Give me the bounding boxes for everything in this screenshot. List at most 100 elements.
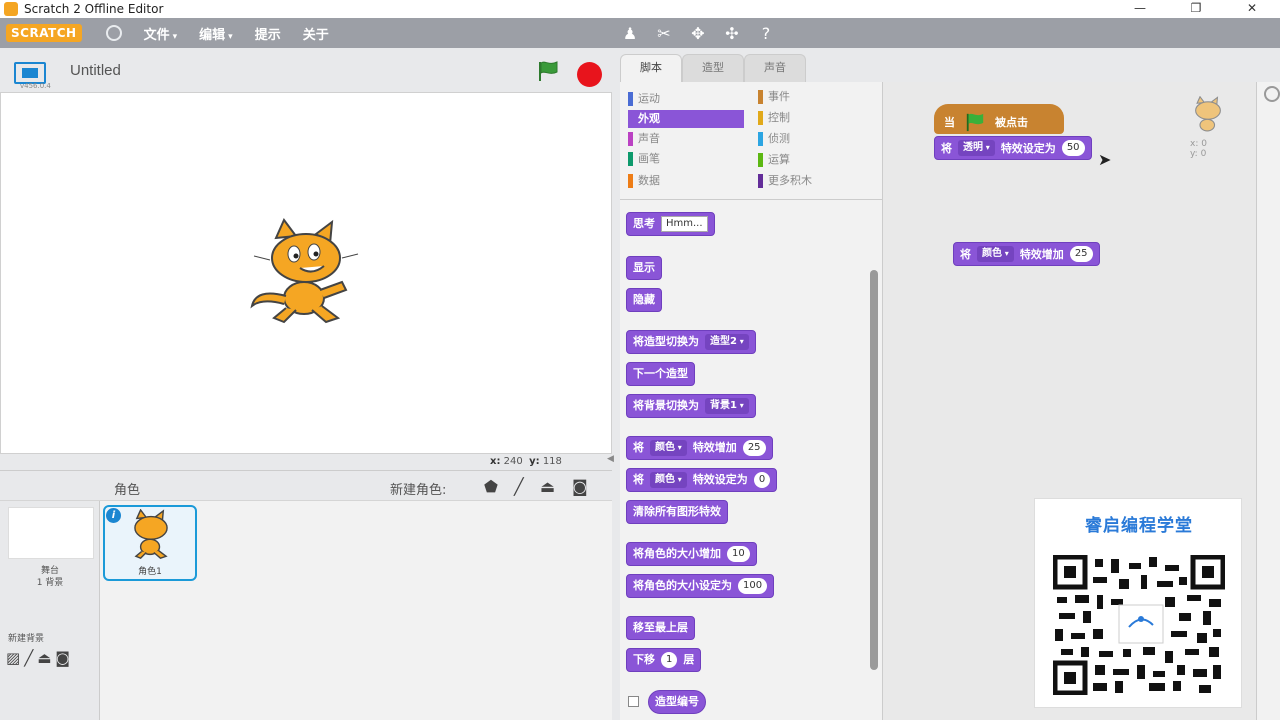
stage-thumbnail-area: 舞台 1 背景 新建背景 ▨ ╱ ⏏ ◙ — [0, 501, 100, 720]
block-switch-costume[interactable]: 将造型切换为 造型2 — [626, 330, 756, 354]
block-go-back[interactable]: 下移 1 层 — [626, 648, 702, 672]
app-icon — [4, 2, 18, 16]
paint-sprite-icon[interactable]: ╱ — [514, 477, 524, 496]
block-clear-effects[interactable]: 清除所有图形特效 — [626, 500, 728, 524]
block-hide[interactable]: 隐藏 — [626, 288, 662, 312]
tab-sounds[interactable]: 声音 — [744, 54, 806, 82]
category-pen[interactable]: 画笔 — [628, 150, 660, 168]
duplicate-stamp-icon[interactable]: ♟ — [620, 24, 640, 43]
block-switch-backdrop[interactable]: 将背景切换为 背景1 — [626, 394, 756, 418]
label-pre: 下移 — [633, 653, 655, 666]
upload-sprite-icon[interactable]: ⏏ — [540, 477, 555, 496]
cat-sprite-icon[interactable] — [246, 218, 366, 328]
script-set-effect[interactable]: 将透明特效设定为 50 — [934, 136, 1092, 160]
brand-title: 睿启编程学堂 — [1085, 516, 1193, 536]
block-set-size[interactable]: 将角色的大小设定为 100 — [626, 574, 775, 598]
category-more-blocks[interactable]: 更多积木 — [758, 172, 812, 190]
backdrop-count: 1 背景 — [36, 578, 64, 588]
delete-scissors-icon[interactable]: ✂ — [654, 24, 674, 43]
sprite-tile[interactable]: i 角色1 — [103, 505, 197, 581]
value-input[interactable]: 25 — [1069, 246, 1093, 262]
value-input[interactable]: 50 — [1061, 140, 1085, 156]
minimize-button[interactable]: — — [1112, 0, 1168, 18]
green-flag-icon[interactable] — [536, 60, 560, 82]
stage-canvas[interactable] — [0, 92, 612, 454]
category-events[interactable]: 事件 — [758, 88, 790, 106]
camera-icon[interactable]: ◙ — [572, 477, 588, 496]
upload-backdrop-icon[interactable]: ⏏ — [37, 649, 51, 667]
sprite-name: 角色1 — [138, 567, 162, 577]
script-when-flag-clicked[interactable]: 当 被点击 — [934, 104, 1064, 134]
label-post: 特效增加 — [1019, 248, 1064, 261]
backdrop-camera-icon[interactable]: ◙ — [55, 649, 70, 667]
help-icon[interactable]: ? — [756, 24, 776, 43]
restore-button[interactable]: ❐ — [1168, 0, 1224, 18]
block-think[interactable]: 思考 Hmm... — [626, 212, 715, 236]
category-data[interactable]: 数据 — [628, 172, 660, 190]
choose-sprite-library-icon[interactable]: ⬟ — [484, 477, 498, 496]
cat-faded-icon — [1195, 95, 1221, 132]
palette-scrollbar[interactable] — [870, 270, 878, 670]
category-looks[interactable]: 外观 — [628, 110, 744, 128]
stop-button[interactable] — [577, 62, 602, 87]
block-switch-backdrop-label: 将背景切换为 — [633, 399, 699, 412]
block-costume-number[interactable]: 造型编号 — [648, 690, 706, 714]
grow-icon[interactable]: ✥ — [688, 24, 708, 43]
value-input[interactable]: 0 — [753, 472, 771, 488]
block-next-costume[interactable]: 下一个造型 — [626, 362, 695, 386]
shrink-icon[interactable]: ✣ — [722, 24, 742, 43]
category-control[interactable]: 控制 — [758, 109, 790, 127]
tab-scripts[interactable]: 脚本 — [620, 54, 682, 82]
costume-number-checkbox[interactable] — [628, 696, 639, 707]
paint-backdrop-icon[interactable]: ╱ — [24, 649, 33, 667]
block-think-input[interactable]: Hmm... — [661, 216, 708, 232]
category-operators[interactable]: 运算 — [758, 151, 790, 169]
costume-dropdown[interactable]: 造型2 — [705, 334, 749, 350]
effect-dropdown[interactable]: 颜色 — [977, 246, 1014, 262]
category-sound[interactable]: 声音 — [628, 130, 660, 148]
menu-about[interactable]: 关于 — [303, 24, 329, 43]
block-go-front[interactable]: 移至最上层 — [626, 616, 695, 640]
language-globe-icon[interactable] — [105, 25, 122, 41]
y-value: 118 — [542, 456, 562, 467]
menu-file[interactable]: 文件 ▾ — [144, 24, 178, 43]
block-switch-costume-label: 将造型切换为 — [633, 335, 699, 348]
value-input[interactable]: 10 — [727, 546, 750, 562]
menu-tips[interactable]: 提示 — [255, 24, 281, 43]
value-input[interactable]: 1 — [661, 652, 678, 668]
window-controls: — ❐ ✕ — [1112, 0, 1280, 18]
backdrop-dropdown[interactable]: 背景1 — [705, 398, 749, 414]
presentation-mode-button[interactable] — [14, 62, 46, 84]
effect-dropdown[interactable]: 颜色 — [650, 440, 687, 456]
editor-tabs: 脚本 造型 声音 — [612, 48, 882, 82]
block-show[interactable]: 显示 — [626, 256, 662, 280]
sprite-tools: ♟ ✂ ✥ ✣ ? — [620, 18, 776, 48]
value-input[interactable]: 100 — [738, 578, 768, 594]
block-set-effect[interactable]: 将颜色特效设定为 0 — [626, 468, 778, 492]
scratch-logo[interactable]: SCRATCH — [6, 24, 82, 42]
close-button[interactable]: ✕ — [1224, 0, 1280, 18]
project-title[interactable]: Untitled — [70, 62, 121, 79]
collapse-stage-icon[interactable]: ◀ — [607, 454, 614, 464]
block-change-effect[interactable]: 将颜色特效增加 25 — [626, 436, 773, 460]
category-sensing[interactable]: 侦测 — [758, 130, 790, 148]
tab-costumes[interactable]: 造型 — [682, 54, 744, 82]
info-icon[interactable]: i — [106, 508, 121, 523]
value-input[interactable]: 25 — [742, 440, 766, 456]
menu-file-label: 文件 — [143, 27, 170, 43]
stage-header: Untitled v456.0.4 — [0, 48, 612, 92]
backdrop-library-icon[interactable]: ▨ — [6, 649, 20, 667]
menu-edit[interactable]: 编辑 ▾ — [199, 24, 233, 43]
block-set-size-label: 将角色的大小设定为 — [633, 579, 732, 592]
label-pre: 将 — [633, 441, 644, 454]
backdrop-tools: ▨ ╱ ⏏ ◙ — [6, 649, 70, 667]
category-motion[interactable]: 运动 — [628, 90, 660, 108]
zoom-icon[interactable] — [1264, 86, 1280, 102]
sprite-panel-header: 角色 新建角色: ⬟ ╱ ⏏ ◙ — [0, 471, 612, 501]
x-value: 240 — [503, 456, 523, 467]
stage-thumbnail[interactable] — [8, 507, 94, 559]
effect-dropdown[interactable]: 颜色 — [650, 472, 687, 488]
script-change-effect[interactable]: 将颜色特效增加 25 — [953, 242, 1100, 266]
block-change-size[interactable]: 将角色的大小增加 10 — [626, 542, 757, 566]
effect-dropdown[interactable]: 透明 — [958, 140, 995, 156]
